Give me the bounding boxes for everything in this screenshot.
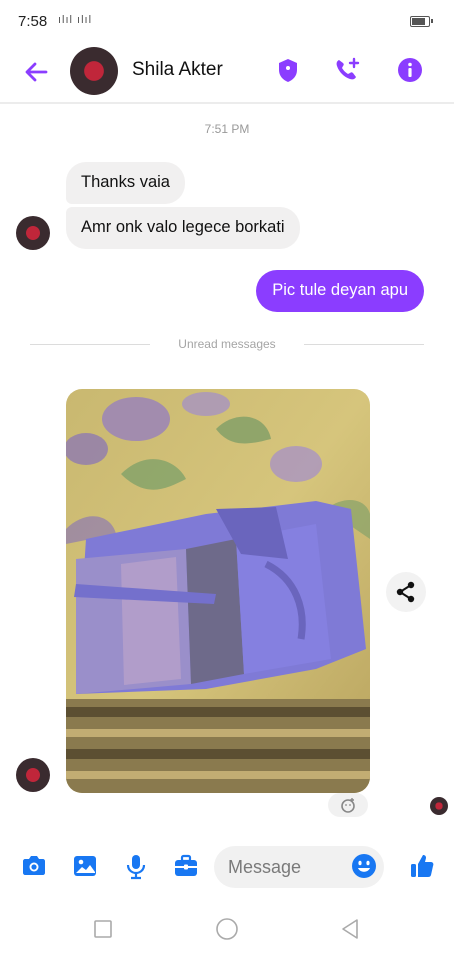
briefcase-icon[interactable] (172, 852, 200, 880)
status-time: 7:58 (18, 13, 48, 30)
sender-avatar[interactable] (16, 216, 50, 250)
signal-indicator: ılıl ılıl (58, 14, 93, 26)
status-bar: 7:58 ılıl ılıl (0, 0, 454, 44)
share-icon (396, 581, 415, 603)
react-button[interactable] (328, 793, 368, 817)
back-arrow-icon[interactable] (22, 58, 50, 86)
shield-icon[interactable] (274, 56, 302, 84)
contact-avatar[interactable] (70, 47, 118, 95)
thumbs-up-icon[interactable] (408, 852, 436, 880)
share-button[interactable] (386, 572, 426, 612)
seen-avatar (430, 797, 448, 815)
emoji-icon[interactable] (350, 852, 378, 880)
system-nav-bar (0, 900, 454, 960)
unread-divider: Unread messages (30, 336, 424, 352)
message-composer (0, 838, 454, 898)
contact-name[interactable]: Shila Akter (132, 59, 223, 81)
photo-message[interactable] (66, 389, 370, 793)
home-icon[interactable] (214, 916, 240, 942)
clothing-photo (66, 389, 370, 793)
incoming-message-bubble[interactable]: Amr onk valo legece borkati (66, 207, 300, 249)
info-icon[interactable] (396, 56, 424, 84)
sender-avatar[interactable] (16, 758, 50, 792)
incoming-message-bubble[interactable]: Thanks vaia (66, 162, 185, 204)
battery-icon (410, 16, 433, 27)
unread-divider-label: Unread messages (178, 337, 276, 351)
conversation-header: Shila Akter (0, 44, 454, 104)
recents-icon[interactable] (92, 918, 114, 940)
gallery-icon[interactable] (71, 852, 99, 880)
nav-back-icon[interactable] (338, 917, 362, 941)
microphone-icon[interactable] (122, 852, 150, 880)
camera-icon[interactable] (20, 852, 48, 880)
outgoing-message-bubble[interactable]: Pic tule deyan apu (256, 270, 424, 312)
add-reaction-icon (341, 798, 355, 813)
message-timestamp: 7:51 PM (204, 122, 250, 136)
phone-plus-icon[interactable] (333, 56, 361, 84)
